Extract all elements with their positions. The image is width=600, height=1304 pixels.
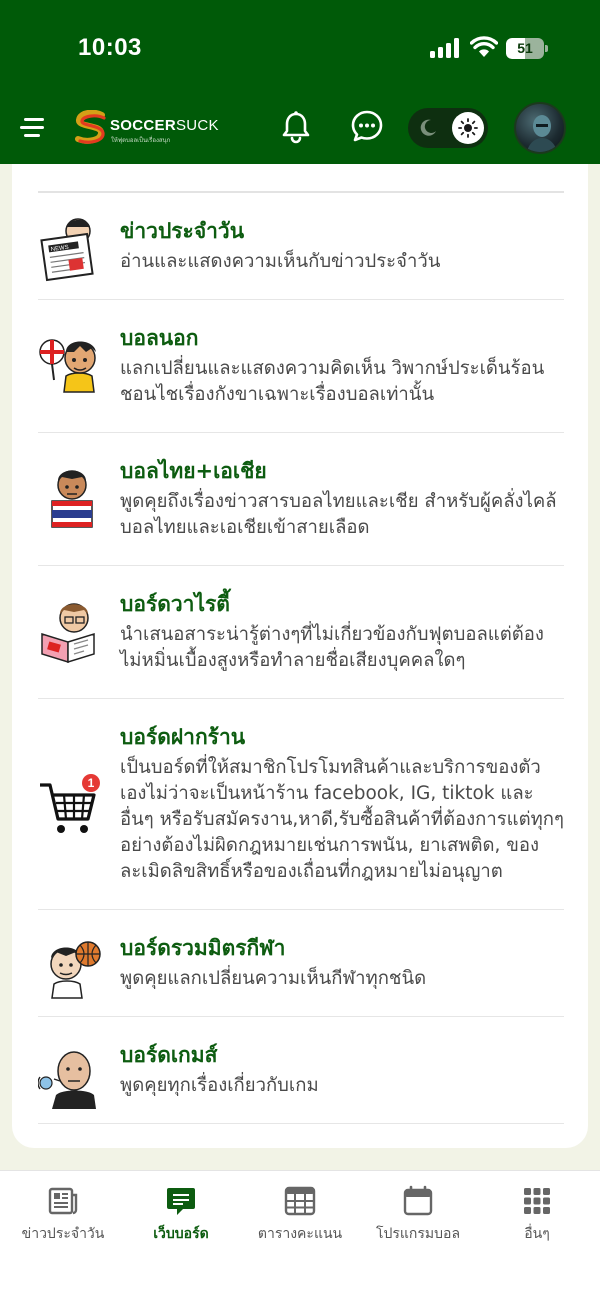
nav-label: อื่นๆ xyxy=(524,1226,550,1242)
nav-label: ข่าวประจำวัน xyxy=(21,1226,105,1242)
theme-toggle[interactable] xyxy=(408,108,488,148)
magazine-reader-icon xyxy=(41,603,95,664)
moon-icon xyxy=(420,119,436,136)
board-title[interactable]: บอลไทย+เอเชีย xyxy=(120,457,564,485)
board-description: นำเสนอสาระน่ารู้ต่างๆที่ไม่เกี่ยวข้องกับ… xyxy=(120,624,544,671)
nav-label: เว็บบอร์ด xyxy=(153,1226,209,1242)
nav-tab-webboard[interactable]: เว็บบอร์ด xyxy=(136,1185,226,1245)
board-item-variety[interactable]: บอร์ดวาไรตี้ นำเสนอสาระน่ารู้ต่างๆที่ไม่… xyxy=(38,566,564,699)
app-header: 10:03 51 SOCCERSUCK ให้ฟุตบอลเป็นเรื่องส… xyxy=(0,0,600,164)
menu-button[interactable] xyxy=(20,115,46,139)
news-reader-icon: NEWS xyxy=(40,218,94,282)
board-item-games[interactable]: บอร์ดเกมส์ พูดคุยทุกเรื่องเกี่ยวกับเกม xyxy=(38,1017,564,1124)
chat-bubble-icon[interactable] xyxy=(350,109,384,143)
board-item-sports-mix[interactable]: บอร์ดรวมมิตรกีฬา พูดคุยแลกเปลี่ยนความเห็… xyxy=(38,910,564,1017)
board-title[interactable]: บอร์ดเกมส์ xyxy=(120,1041,564,1069)
board-list: NEWS ข่าวประจำวัน อ่านและแสดงความเห็นกับ… xyxy=(38,193,564,1124)
logo-wordmark: SOCCERSUCK xyxy=(110,117,219,134)
soccersuck-logo[interactable]: SOCCERSUCK ให้ฟุตบอลเป็นเรื่องสนุก xyxy=(74,110,224,146)
basketball-fan-icon xyxy=(50,941,101,999)
board-item-thai-asia-football[interactable]: บอลไทย+เอเชีย พูดคุยถึงเรื่องข่าวสารบอลไ… xyxy=(38,433,564,566)
avatar-image xyxy=(526,115,558,152)
calendar-icon xyxy=(403,1185,433,1216)
newspaper-icon xyxy=(48,1187,78,1215)
thai-fan-icon xyxy=(51,470,93,528)
nav-tab-more[interactable]: อื่นๆ xyxy=(500,1185,574,1245)
board-title[interactable]: ข่าวประจำวัน xyxy=(120,217,564,245)
board-description: พูดคุยทุกเรื่องเกี่ยวกับเกม xyxy=(120,1075,319,1096)
board-description: อ่านและแสดงความเห็นกับข่าวประจำวัน xyxy=(120,251,441,272)
nav-tab-standings[interactable]: ตารางคะแนน xyxy=(250,1185,350,1245)
board-title[interactable]: บอลนอก xyxy=(120,324,564,352)
notification-bell-icon[interactable] xyxy=(280,110,312,144)
shopping-cart-icon: 1 xyxy=(40,774,100,833)
gamer-icon xyxy=(38,1051,96,1109)
board-title[interactable]: บอร์ดรวมมิตรกีฬา xyxy=(120,934,564,962)
board-description: พูดคุยถึงเรื่องข่าวสารบอลไทยและเชีย สำหร… xyxy=(120,491,557,538)
england-fan-icon xyxy=(39,339,96,393)
board-description: แลกเปลี่ยนและแสดงความคิดเห็น วิพากษ์ประเ… xyxy=(120,358,545,405)
user-avatar[interactable] xyxy=(514,102,566,154)
sun-icon xyxy=(458,118,478,138)
nav-tab-fixtures[interactable]: โปรแกรมบอล xyxy=(370,1185,466,1245)
board-item-shop-promotion[interactable]: 1 บอร์ดฝากร้าน เป็นบอร์ดที่ให้สมาชิกโปรโ… xyxy=(38,699,564,910)
soccersuck-logo-mark xyxy=(75,110,106,144)
webboard-chat-icon xyxy=(167,1188,195,1215)
board-title[interactable]: บอร์ดวาไรตี้ xyxy=(120,590,564,618)
apps-grid-icon xyxy=(524,1188,550,1214)
board-item-daily-news[interactable]: NEWS ข่าวประจำวัน อ่านและแสดงความเห็นกับ… xyxy=(38,193,564,300)
nav-label: ตารางคะแนน xyxy=(257,1226,343,1242)
nav-tab-daily-news[interactable]: ข่าวประจำวัน xyxy=(18,1185,108,1245)
board-description: เป็นบอร์ดที่ให้สมาชิกโปรโมทสินค้าและบริก… xyxy=(120,757,564,882)
webboard-card: NEWS ข่าวประจำวัน อ่านและแสดงความเห็นกับ… xyxy=(12,164,588,1148)
cellular-signal-icon xyxy=(430,38,459,58)
table-grid-icon xyxy=(284,1186,316,1216)
board-item-foreign-football[interactable]: บอลนอก แลกเปลี่ยนและแสดงความคิดเห็น วิพา… xyxy=(38,300,564,433)
wifi-icon xyxy=(470,36,498,57)
toggle-knob xyxy=(452,112,484,144)
logo-tagline: ให้ฟุตบอลเป็นเรื่องสนุก xyxy=(111,137,171,144)
board-description: พูดคุยแลกเปลี่ยนความเห็นกีฬาทุกชนิด xyxy=(120,968,427,989)
board-title[interactable]: บอร์ดฝากร้าน xyxy=(120,723,564,751)
status-time: 10:03 xyxy=(78,34,142,61)
battery-level-text: 51 xyxy=(517,40,533,56)
battery-indicator: 51 xyxy=(506,38,548,59)
nav-label: โปรแกรมบอล xyxy=(375,1226,461,1242)
cart-badge-count: 1 xyxy=(88,776,95,790)
bottom-navigation: ข่าวประจำวัน เว็บบอร์ด ตารางคะแนน โปรแกร… xyxy=(0,1170,600,1304)
